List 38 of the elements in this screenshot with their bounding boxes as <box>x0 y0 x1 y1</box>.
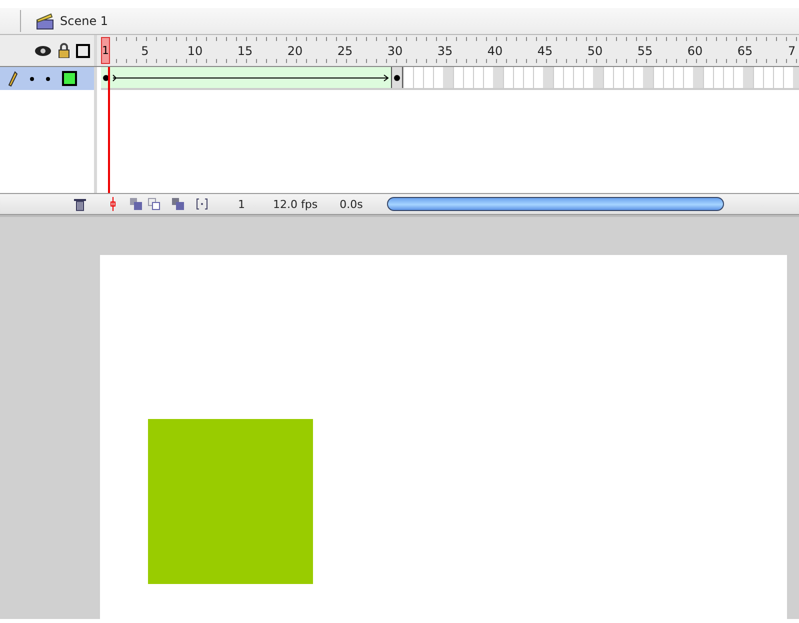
eye-icon[interactable] <box>34 44 52 56</box>
trash-icon[interactable] <box>74 197 86 211</box>
visible-dot[interactable] <box>30 76 34 80</box>
outline-icon[interactable] <box>76 44 90 58</box>
edit-multiple-icon[interactable] <box>172 198 184 210</box>
ruler-label: 5 <box>140 44 150 58</box>
center-frame-icon[interactable] <box>110 197 116 211</box>
frame-rate: 12.0 fps <box>273 198 318 210</box>
motion-tween-span[interactable] <box>101 67 392 88</box>
ruler-label: 25 <box>336 44 354 58</box>
ruler-label: 55 <box>636 44 654 58</box>
ruler-label: 20 <box>286 44 304 58</box>
playhead[interactable]: 1 <box>101 37 110 64</box>
onion-skin-icon[interactable] <box>130 198 142 210</box>
clapperboard-icon[interactable] <box>35 12 55 30</box>
pencil-icon[interactable] <box>8 70 18 86</box>
lock-icon[interactable] <box>58 43 70 58</box>
scene-label[interactable]: Scene 1 <box>60 14 108 28</box>
ruler-label: 30 <box>386 44 404 58</box>
onion-outline-icon[interactable] <box>148 198 160 210</box>
tween-arrow-icon <box>101 72 391 82</box>
elapsed-time: 0.0s <box>340 198 363 210</box>
onion-markers-icon[interactable] <box>196 198 208 210</box>
horizontal-scrollbar[interactable] <box>386 197 724 211</box>
ruler-label: 7 <box>787 44 797 58</box>
ruler-label: 35 <box>436 44 454 58</box>
outline-swatch[interactable] <box>62 71 77 86</box>
layer-row[interactable] <box>0 67 97 90</box>
ruler-label: 60 <box>686 44 704 58</box>
ruler-label: 65 <box>736 44 754 58</box>
keyframe[interactable] <box>392 67 403 88</box>
ruler-label: 15 <box>236 44 254 58</box>
unlocked-dot[interactable] <box>46 76 50 80</box>
current-frame: 1 <box>238 198 245 210</box>
ruler-label: 45 <box>536 44 554 58</box>
ruler-label: 50 <box>586 44 604 58</box>
ruler-label: 10 <box>186 44 204 58</box>
ruler-label: 40 <box>486 44 504 58</box>
